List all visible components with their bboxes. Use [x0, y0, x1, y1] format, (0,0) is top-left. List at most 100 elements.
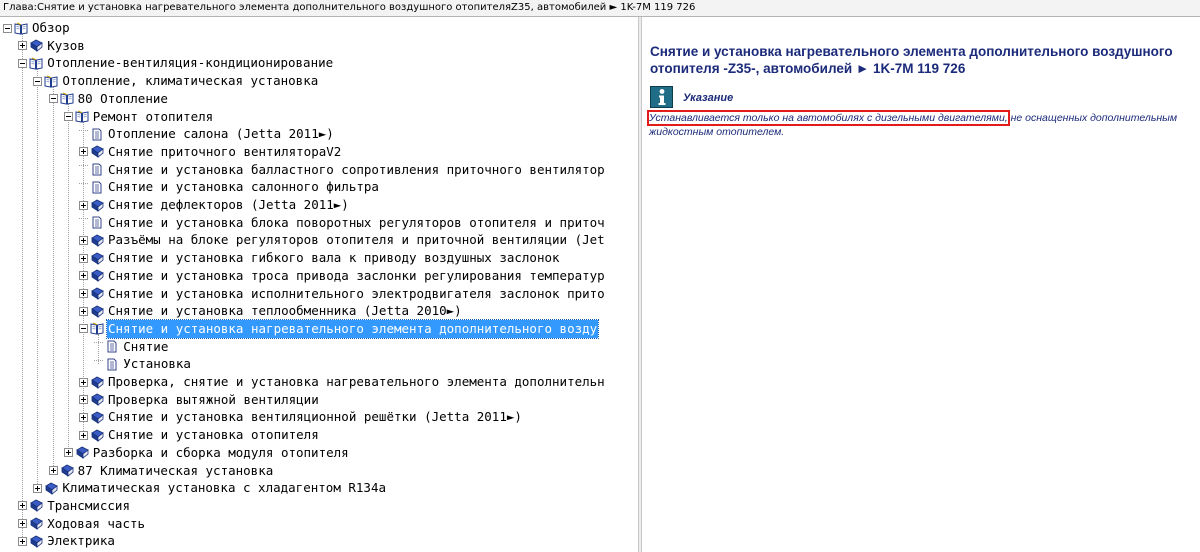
tree-item[interactable]: Отопление-вентиляция-кондиционирование — [18, 54, 334, 72]
tree-item[interactable]: Трансмиссия — [18, 497, 131, 515]
expand-icon[interactable] — [18, 519, 28, 529]
tree-item[interactable]: Разъёмы на блоке регуляторов отопителя и… — [79, 231, 606, 249]
tree-item[interactable]: Снятие и установка теплообменника (Jetta… — [79, 302, 463, 320]
tree-item[interactable]: Электрика — [18, 532, 116, 550]
tree-item[interactable]: Снятие и установка гибкого вала к привод… — [79, 249, 561, 267]
expand-icon[interactable] — [18, 501, 28, 511]
tree-item-label: Кузов — [47, 37, 85, 53]
tree-branch-line — [94, 359, 104, 369]
document-icon — [90, 128, 104, 141]
tree-item-label: Электрика — [47, 533, 115, 549]
tree-item[interactable]: Снятие и установка троса привода заслонк… — [79, 267, 606, 285]
tree-item[interactable]: Снятие дефлекторов (Jetta 2011►) — [79, 196, 350, 214]
collapse-icon[interactable] — [48, 94, 58, 104]
expand-icon[interactable] — [79, 430, 88, 440]
tree-connector-line — [52, 86, 54, 471]
expand-icon[interactable] — [33, 483, 43, 493]
closed-book-icon — [90, 287, 104, 300]
expand-icon[interactable] — [79, 200, 88, 210]
tree-item[interactable]: Снятие приточного вентилятораV2 — [79, 143, 342, 161]
tree-item[interactable]: Ремонт отопителя — [63, 108, 214, 126]
tree-item-label: Снятие и установка салонного фильтра — [108, 179, 379, 195]
tree-branch-line — [94, 342, 104, 351]
tree-item-label: Отопление-вентиляция-кондиционирование — [47, 55, 334, 71]
tree-item-label: Разъёмы на блоке регуляторов отопителя и… — [108, 232, 605, 248]
tree-item[interactable]: Отопление салона (Jetta 2011►) — [79, 125, 335, 143]
tree-item[interactable]: Климатическая установка с хладагентом R1… — [33, 479, 387, 497]
closed-book-icon — [90, 305, 104, 318]
document-icon — [90, 181, 104, 194]
closed-book-icon — [90, 429, 104, 442]
tree-item[interactable]: Разборка и сборка модуля отопителя — [63, 444, 350, 462]
expand-icon[interactable] — [79, 377, 88, 387]
expand-icon[interactable] — [79, 395, 88, 405]
expand-icon[interactable] — [79, 147, 88, 157]
expand-icon[interactable] — [48, 466, 58, 475]
tree-connector-line — [67, 103, 69, 453]
expand-icon[interactable] — [79, 253, 88, 263]
document-icon — [105, 358, 119, 371]
expand-icon[interactable] — [79, 235, 88, 245]
closed-book-icon — [90, 376, 104, 389]
tree-item[interactable]: Отопление, климатическая установка — [33, 72, 319, 90]
expand-icon[interactable] — [18, 536, 28, 546]
collapse-icon[interactable] — [79, 324, 88, 334]
open-book-icon — [90, 322, 104, 335]
window-title: Глава:Снятие и установка нагревательного… — [3, 2, 696, 13]
expand-icon[interactable] — [79, 289, 88, 298]
closed-book-icon — [60, 464, 74, 477]
collapse-icon[interactable] — [18, 58, 28, 68]
tree-item-selected[interactable]: Снятие и установка нагревательного элеме… — [79, 318, 600, 339]
tree-item-label: Снятие и установка теплообменника (Jetta… — [108, 303, 462, 319]
collapse-icon[interactable] — [63, 112, 73, 121]
tree-item[interactable]: Снятие и установка блока поворотных регу… — [79, 214, 606, 232]
tree-item[interactable]: Проверка вытяжной вентиляции — [79, 391, 320, 409]
expand-icon[interactable] — [63, 448, 73, 458]
tree-item-label: Снятие и установка отопителя — [108, 427, 319, 443]
tree-item-label: Снятие и установка балластного сопротивл… — [108, 161, 605, 177]
open-book-icon — [44, 75, 58, 88]
info-icon — [650, 86, 673, 108]
closed-book-icon — [90, 234, 104, 247]
tree-item[interactable]: Ходовая часть — [18, 515, 146, 533]
tree-item[interactable]: 80 Отопление — [48, 90, 169, 108]
closed-book-icon — [29, 517, 43, 530]
tree-item[interactable]: Снятие — [94, 338, 169, 356]
tree-item[interactable]: Установка — [94, 355, 192, 373]
tree-item[interactable]: Снятие и установка исполнительного элект… — [79, 285, 606, 303]
tree-item[interactable]: Кузов — [18, 37, 86, 55]
tree-item[interactable]: Снятие и установка салонного фильтра — [79, 178, 380, 196]
note-label: Указание — [683, 92, 734, 104]
closed-book-icon — [29, 39, 43, 53]
tree-item-label: Проверка вытяжной вентиляции — [108, 391, 319, 407]
expand-icon[interactable] — [18, 41, 28, 51]
tree-item[interactable]: Проверка, снятие и установка нагреватель… — [79, 373, 606, 391]
tree-item-label: Отопление, климатическая установка — [62, 73, 319, 89]
tree-item[interactable]: 87 Климатическая установка — [48, 462, 275, 480]
note-text: Устанавливается только на автомобилях с … — [647, 110, 1194, 139]
tree-item[interactable]: Снятие и установка вентиляционной решётк… — [79, 408, 523, 426]
tree-item[interactable]: Снятие и установка балластного сопротивл… — [79, 161, 606, 179]
expand-icon[interactable] — [79, 271, 88, 281]
collapse-icon[interactable] — [33, 76, 43, 86]
tree-connector-line — [22, 33, 24, 542]
expand-icon[interactable] — [79, 412, 88, 422]
tree-item-label: Климатическая установка с хладагентом R1… — [62, 480, 386, 496]
tree-item-label: Обзор — [32, 20, 70, 35]
tree-item[interactable]: Снятие и установка отопителя — [79, 426, 320, 444]
tree-item-label: Снятие и установка вентиляционной решётк… — [108, 409, 522, 425]
closed-book-icon — [90, 411, 104, 424]
tree-item-label: 87 Климатическая установка — [77, 462, 274, 478]
closed-book-icon — [90, 252, 104, 265]
closed-book-icon — [75, 446, 89, 460]
window-title-bar: Глава:Снятие и установка нагревательного… — [0, 0, 1200, 17]
content-pane: Снятие и установка нагревательного элеме… — [642, 17, 1200, 552]
expand-icon[interactable] — [79, 306, 88, 316]
navigation-tree[interactable]: Обзор Кузов Отопление-вентиляция-кондицион… — [0, 17, 638, 552]
tree-item-label: 80 Отопление — [77, 90, 168, 106]
tree-item-label: Ходовая часть — [47, 515, 146, 531]
document-icon — [90, 216, 104, 229]
collapse-icon[interactable] — [3, 23, 12, 33]
highlighted-note-text: Устанавливается только на автомобилях с … — [647, 110, 1010, 126]
tree-item[interactable]: Обзор — [3, 19, 71, 37]
